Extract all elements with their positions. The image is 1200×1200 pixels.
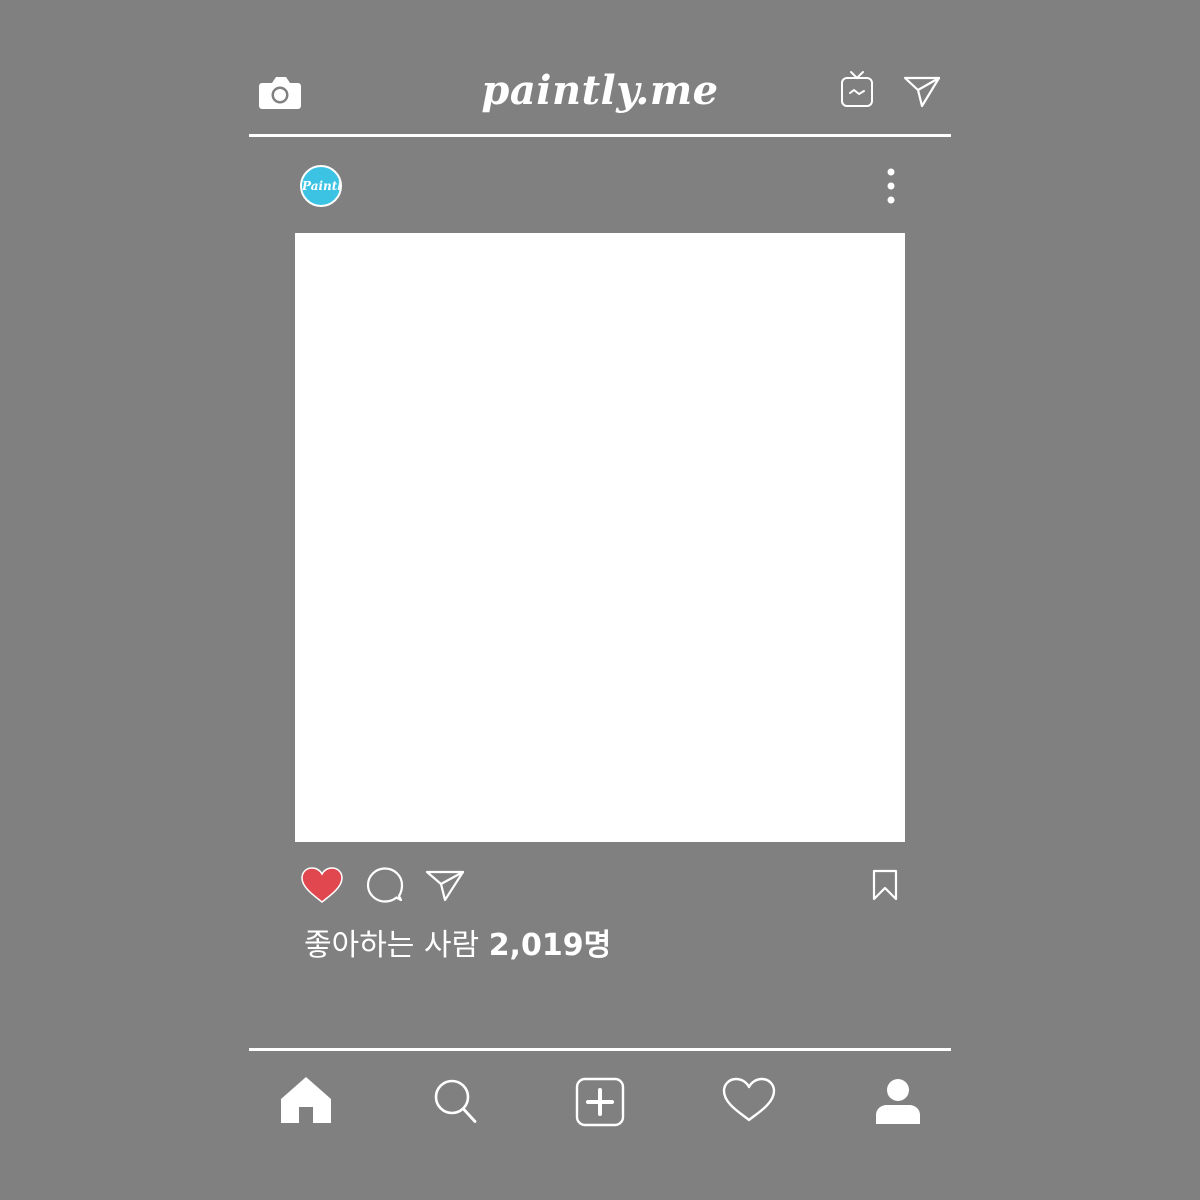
brand-logo[interactable]: paintly.me: [450, 58, 750, 128]
profile-icon[interactable]: [874, 1077, 922, 1125]
likes-count[interactable]: 좋아하는 사람 2,019명: [304, 922, 611, 970]
post-image[interactable]: [295, 233, 905, 842]
likes-label: 좋아하는 사람: [304, 928, 489, 963]
direct-message-icon[interactable]: [903, 74, 941, 108]
header-divider: [249, 134, 951, 137]
home-icon[interactable]: [279, 1075, 333, 1123]
share-icon[interactable]: [425, 868, 465, 902]
comment-icon[interactable]: [366, 866, 404, 904]
camera-icon[interactable]: [258, 74, 302, 110]
bookmark-icon[interactable]: [872, 869, 898, 901]
activity-heart-icon[interactable]: [722, 1077, 776, 1123]
footer-divider: [249, 1048, 951, 1051]
igtv-icon[interactable]: [840, 70, 874, 108]
avatar[interactable]: Paintly: [300, 165, 342, 207]
search-icon[interactable]: [433, 1078, 477, 1124]
more-options-icon[interactable]: [884, 168, 898, 204]
likes-number: 2,019명: [488, 928, 612, 963]
like-heart-icon[interactable]: [300, 866, 344, 904]
new-post-icon[interactable]: [575, 1077, 625, 1127]
